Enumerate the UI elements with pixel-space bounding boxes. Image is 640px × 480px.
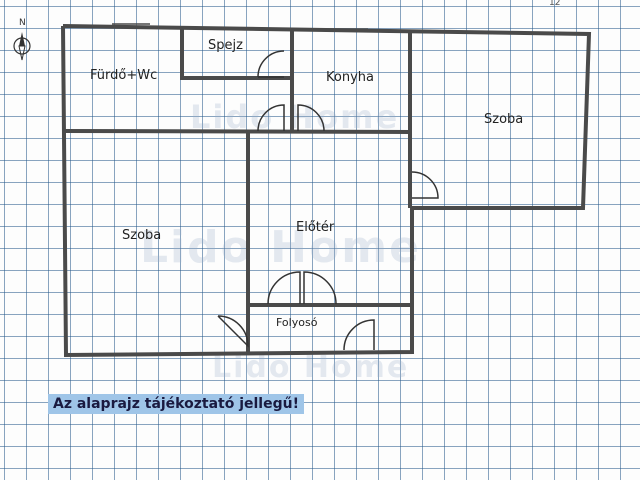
door-kitchen [297, 104, 325, 132]
door-corridor [343, 319, 375, 351]
label-room-right: Szoba [484, 112, 524, 127]
door-pantry [257, 50, 285, 78]
door-bath [257, 104, 285, 132]
label-pantry: Spejz [208, 38, 243, 53]
door-left-room [217, 315, 249, 348]
label-kitchen: Konyha [326, 70, 374, 85]
door-hall-right [303, 271, 337, 305]
label-hall: Előtér [296, 220, 335, 235]
label-bathroom: Fürdő+Wc [90, 68, 158, 83]
door-hall-left [267, 271, 301, 305]
floor-plan-canvas: Lido Home Lido Home Lido Home 12 N Fürdő… [0, 0, 640, 480]
label-room-left: Szoba [122, 228, 162, 243]
disclaimer-note: Az alaprajz tájékoztató jellegű! [48, 394, 304, 414]
label-corridor: Folyosó [276, 316, 318, 329]
door-right-room [411, 171, 439, 199]
wall-top-row-divider [63, 129, 411, 134]
